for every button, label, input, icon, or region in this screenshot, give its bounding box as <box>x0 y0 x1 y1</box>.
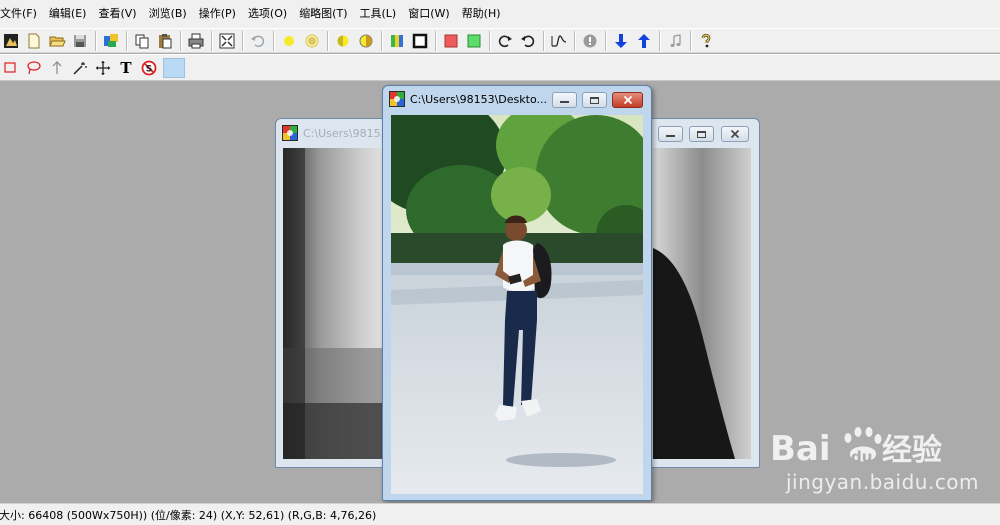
minimize-button[interactable] <box>552 92 577 108</box>
image-window-active[interactable]: C:\Users\98153\Deskto... <box>382 85 652 501</box>
rotate-left-icon[interactable] <box>517 30 539 52</box>
window-title: C:\Users\98153 <box>303 126 388 140</box>
undo-icon[interactable] <box>247 30 269 52</box>
fit-window-icon[interactable] <box>216 30 238 52</box>
app-icon <box>282 125 298 141</box>
menu-thumbnail[interactable]: 缩略图(T) <box>293 0 353 28</box>
status-bar: 大小: 66408 (500Wx750H)) (位/像素: 24) (X,Y: … <box>0 503 1000 525</box>
toolbar-separator <box>242 30 244 51</box>
main-toolbar <box>0 28 1000 53</box>
brightness-up-icon[interactable] <box>301 30 323 52</box>
toolbar-separator <box>690 30 692 51</box>
color-swatch[interactable] <box>163 57 185 78</box>
maximize-button[interactable] <box>582 92 607 108</box>
maximize-button[interactable] <box>689 126 714 142</box>
red-color-icon[interactable] <box>440 30 462 52</box>
arrow-up-icon[interactable] <box>633 30 655 52</box>
status-text: 大小: 66408 (500Wx750H)) (位/像素: 24) (X,Y: … <box>0 508 377 522</box>
close-icon <box>730 129 740 139</box>
toolbar-separator <box>435 30 437 51</box>
magic-wand-icon[interactable] <box>69 57 91 79</box>
print-icon[interactable] <box>185 30 207 52</box>
toolbar-separator <box>659 30 661 51</box>
toolbar-separator <box>211 30 213 51</box>
arrow-down-icon[interactable] <box>610 30 632 52</box>
toolbar-separator <box>273 30 275 51</box>
maximize-icon <box>590 96 599 104</box>
toolbar-separator <box>381 30 383 51</box>
close-button[interactable] <box>612 92 643 108</box>
toolbar-separator <box>327 30 329 51</box>
menu-operation[interactable]: 操作(P) <box>193 0 242 28</box>
color-palette-icon[interactable] <box>386 30 408 52</box>
open-folder-icon[interactable] <box>46 30 68 52</box>
curve-icon[interactable] <box>548 30 570 52</box>
crop-icon[interactable] <box>409 30 431 52</box>
menu-window[interactable]: 窗口(W) <box>402 0 455 28</box>
menu-tools[interactable]: 工具(L) <box>354 0 403 28</box>
menu-file[interactable]: 文件(F) <box>0 0 43 28</box>
menu-help[interactable]: 帮助(H) <box>456 0 507 28</box>
toolbar-separator <box>126 30 128 51</box>
minimize-icon <box>666 135 675 137</box>
copy-icon[interactable] <box>131 30 153 52</box>
window-titlebar[interactable]: C:\Users\98153\Deskto... <box>383 86 651 112</box>
rotate-right-icon[interactable] <box>494 30 516 52</box>
maximize-icon <box>697 130 706 138</box>
lasso-select-icon[interactable] <box>23 57 45 79</box>
no-entry-icon[interactable]: S <box>138 57 160 79</box>
toolbar-separator <box>543 30 545 51</box>
new-file-icon[interactable] <box>23 30 45 52</box>
move-tool-icon[interactable] <box>92 57 114 79</box>
menu-bar: 文件(F) 编辑(E) 查看(V) 浏览(B) 操作(P) 选项(O) 缩略图(… <box>0 0 1000 28</box>
contrast-up-icon[interactable] <box>355 30 377 52</box>
scan-icon[interactable] <box>100 30 122 52</box>
window-title: C:\Users\98153\Deskto... <box>410 92 547 106</box>
paste-icon[interactable] <box>154 30 176 52</box>
baidu-logo: Bai du 经验 <box>770 427 942 469</box>
menu-options[interactable]: 选项(O) <box>242 0 293 28</box>
watermark-url: jingyan.baidu.com <box>785 470 980 494</box>
brand-text: Bai <box>770 429 831 469</box>
toolbar-separator <box>605 30 607 51</box>
green-color-icon[interactable] <box>463 30 485 52</box>
contrast-down-icon[interactable] <box>332 30 354 52</box>
menu-edit[interactable]: 编辑(E) <box>43 0 93 28</box>
photo-young-man-walking <box>391 115 643 494</box>
close-button[interactable] <box>721 126 749 142</box>
close-icon <box>623 95 632 105</box>
toolbar-separator <box>574 30 576 51</box>
minimize-button[interactable] <box>658 126 683 142</box>
image-canvas[interactable] <box>391 115 643 494</box>
tools-toolbar: T S <box>0 54 1000 81</box>
svg-text:S: S <box>146 64 152 74</box>
text-tool-icon[interactable]: T <box>115 57 137 79</box>
toolbar-separator <box>180 30 182 51</box>
save-icon[interactable] <box>69 30 91 52</box>
info-icon[interactable] <box>579 30 601 52</box>
help-icon[interactable] <box>695 30 717 52</box>
music-icon[interactable] <box>664 30 686 52</box>
watermark: Bai du 经验 jingyan.baidu.com <box>770 420 995 500</box>
brightness-down-icon[interactable] <box>278 30 300 52</box>
minimize-icon <box>560 101 569 103</box>
toolbar-separator <box>489 30 491 51</box>
open-image-icon[interactable] <box>0 30 22 52</box>
menu-browse[interactable]: 浏览(B) <box>143 0 193 28</box>
arrow-tool-icon[interactable] <box>46 57 68 79</box>
app-icon <box>389 91 405 107</box>
brand-du: du <box>851 448 872 466</box>
rectangle-select-icon[interactable] <box>0 57 22 79</box>
toolbar-separator <box>95 30 97 51</box>
brand-suffix: 经验 <box>882 433 942 468</box>
menu-view[interactable]: 查看(V) <box>92 0 142 28</box>
text-tool-glyph: T <box>120 58 132 77</box>
